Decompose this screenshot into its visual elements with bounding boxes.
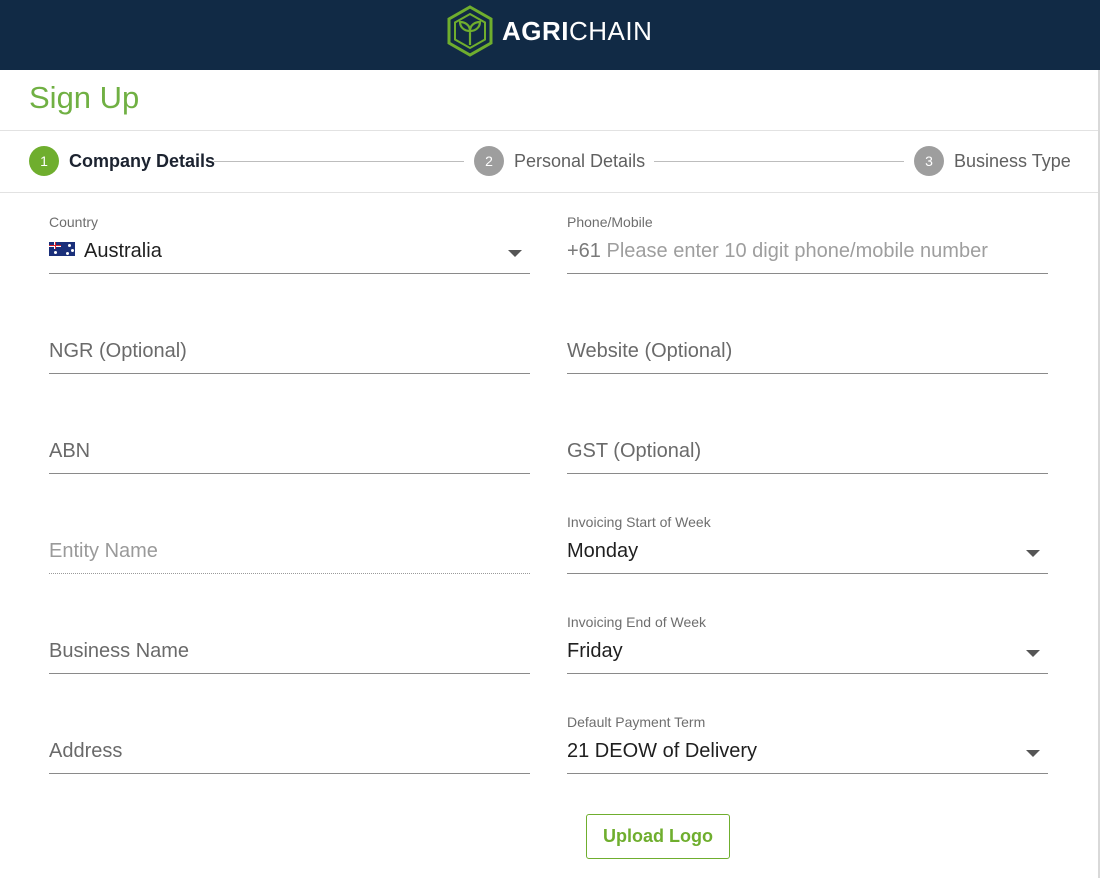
- chevron-down-icon[interactable]: [1026, 550, 1040, 557]
- field-placeholder: Entity Name: [49, 540, 158, 562]
- step-label: Business Type: [954, 150, 1071, 171]
- step-connector: [654, 161, 904, 162]
- country-value: Australia: [84, 240, 162, 262]
- field-placeholder: GST (Optional): [567, 440, 702, 462]
- step-company-details[interactable]: 1 Company Details: [29, 146, 215, 176]
- address-input[interactable]: Address: [49, 714, 530, 774]
- brand-name: AGRICHAIN: [502, 16, 652, 47]
- field-underline: [567, 273, 1048, 274]
- upload-logo-button[interactable]: Upload Logo: [586, 814, 730, 859]
- field-underline: [49, 773, 530, 774]
- field-placeholder: +61 Please enter 10 digit phone/mobile n…: [567, 240, 988, 263]
- step-number: 1: [29, 146, 59, 176]
- australia-flag-icon: [49, 242, 75, 256]
- field-underline: [567, 773, 1048, 774]
- step-label: Company Details: [69, 150, 216, 171]
- gst-input[interactable]: GST (Optional): [567, 414, 1048, 474]
- step-number: 2: [474, 146, 504, 176]
- page-title: Sign Up: [29, 80, 140, 115]
- field-underline: [49, 673, 530, 674]
- field-underline: [567, 373, 1048, 374]
- field-label: Phone/Mobile: [567, 214, 653, 230]
- payment-term-select[interactable]: Default Payment Term 21 DEOW of Delivery: [567, 714, 1048, 774]
- top-bar: AGRICHAIN: [0, 0, 1100, 70]
- field-value: 21 DEOW of Delivery: [567, 740, 758, 762]
- chevron-down-icon[interactable]: [508, 250, 522, 257]
- phone-hint: Please enter 10 digit phone/mobile numbe…: [606, 240, 988, 262]
- brand-part-agri: AGRI: [502, 15, 569, 46]
- field-label: Country: [49, 214, 99, 230]
- entity-name-input: Entity Name: [49, 514, 530, 574]
- invoicing-start-select[interactable]: Invoicing Start of Week Monday: [567, 514, 1048, 574]
- step-connector: [214, 161, 464, 162]
- field-underline: [49, 473, 530, 474]
- field-label: Invoicing Start of Week: [567, 514, 711, 530]
- field-placeholder: NGR (Optional): [49, 340, 187, 362]
- invoicing-end-select[interactable]: Invoicing End of Week Friday: [567, 614, 1048, 674]
- field-placeholder: Website (Optional): [567, 340, 733, 362]
- field-underline: [567, 473, 1048, 474]
- field-value: Monday: [567, 540, 639, 562]
- website-input[interactable]: Website (Optional): [567, 314, 1048, 374]
- chevron-down-icon[interactable]: [1026, 750, 1040, 757]
- field-underline: [49, 573, 530, 574]
- signup-page: AGRICHAIN Sign Up 1 Company Details 2 Pe…: [0, 0, 1100, 878]
- field-label: Invoicing End of Week: [567, 614, 707, 630]
- field-placeholder: Business Name: [49, 640, 190, 662]
- field-underline: [567, 673, 1048, 674]
- field-placeholder: ABN: [49, 440, 91, 462]
- field-label: Default Payment Term: [567, 714, 706, 730]
- divider: [0, 192, 1098, 193]
- field-value: Friday: [567, 640, 623, 662]
- step-number: 3: [914, 146, 944, 176]
- field-underline: [49, 373, 530, 374]
- country-select[interactable]: Country Australia: [49, 214, 530, 274]
- chevron-down-icon[interactable]: [1026, 650, 1040, 657]
- step-personal-details[interactable]: 2 Personal Details: [474, 146, 645, 176]
- ngr-input[interactable]: NGR (Optional): [49, 314, 530, 374]
- step-business-type[interactable]: 3 Business Type: [914, 146, 1071, 176]
- phone-prefix: +61: [567, 240, 601, 262]
- divider: [0, 130, 1098, 131]
- step-label: Personal Details: [514, 150, 646, 171]
- phone-input[interactable]: Phone/Mobile +61 Please enter 10 digit p…: [567, 214, 1048, 274]
- brand-part-chain: CHAIN: [569, 15, 653, 46]
- abn-input[interactable]: ABN: [49, 414, 530, 474]
- business-name-input[interactable]: Business Name: [49, 614, 530, 674]
- agrichain-logo: AGRICHAIN: [446, 5, 652, 57]
- hexagon-leaf-icon: [447, 5, 493, 57]
- field-underline: [567, 573, 1048, 574]
- field-placeholder: Address: [49, 740, 123, 762]
- field-underline: [49, 273, 530, 274]
- field-value: Australia: [49, 240, 162, 263]
